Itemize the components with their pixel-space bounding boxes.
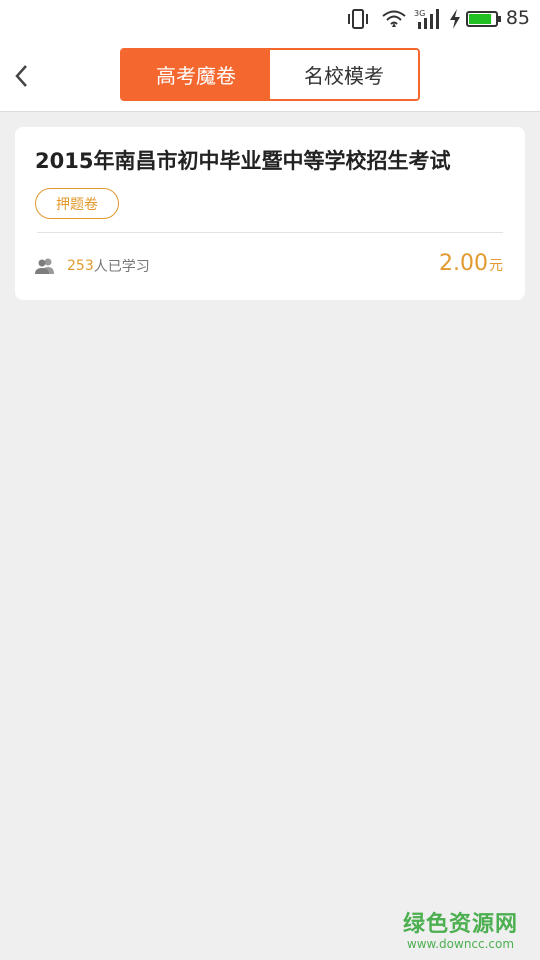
paper-title: 2015年南昌市初中毕业暨中等学校招生考试 bbox=[35, 149, 451, 173]
charging-icon bbox=[450, 9, 460, 29]
paper-card[interactable]: 2015年南昌市初中毕业暨中等学校招生考试 押题卷 253 人已学习 2.00 … bbox=[15, 127, 525, 300]
divider bbox=[37, 232, 503, 233]
users-icon bbox=[35, 258, 54, 274]
price-unit: 元 bbox=[489, 258, 503, 274]
vibrate-icon bbox=[348, 9, 368, 29]
battery-level: 85 bbox=[505, 7, 530, 29]
price-amount: 2.00 bbox=[439, 251, 488, 276]
watermark-logo: 绿色资源网 www.downcc.com bbox=[403, 906, 518, 951]
status-bar: 3G 85 bbox=[0, 0, 540, 38]
wifi-icon bbox=[382, 10, 406, 27]
back-button[interactable] bbox=[6, 58, 38, 94]
learner-count-suffix: 人已学习 bbox=[93, 259, 150, 275]
learner-count-value: 253 bbox=[67, 258, 94, 274]
tab-mingxiao-mokao[interactable]: 名校模考 bbox=[270, 50, 418, 99]
watermark-url: www.downcc.com bbox=[406, 937, 515, 951]
chevron-left-icon bbox=[15, 65, 27, 87]
tab-gaokao-mojuan[interactable]: 高考魔卷 bbox=[122, 50, 270, 99]
app-header: 高考魔卷 名校模考 bbox=[0, 38, 540, 112]
watermark-title: 绿色资源网 bbox=[402, 912, 518, 937]
tab-switcher: 高考魔卷 名校模考 bbox=[120, 48, 420, 101]
signal-3g-icon: 3G bbox=[414, 9, 439, 29]
price: 2.00 元 bbox=[439, 251, 503, 276]
network-label: 3G bbox=[414, 9, 425, 18]
battery-icon bbox=[466, 11, 501, 27]
paper-tag-badge: 押题卷 bbox=[35, 188, 119, 219]
learner-count: 253 人已学习 bbox=[35, 255, 150, 277]
